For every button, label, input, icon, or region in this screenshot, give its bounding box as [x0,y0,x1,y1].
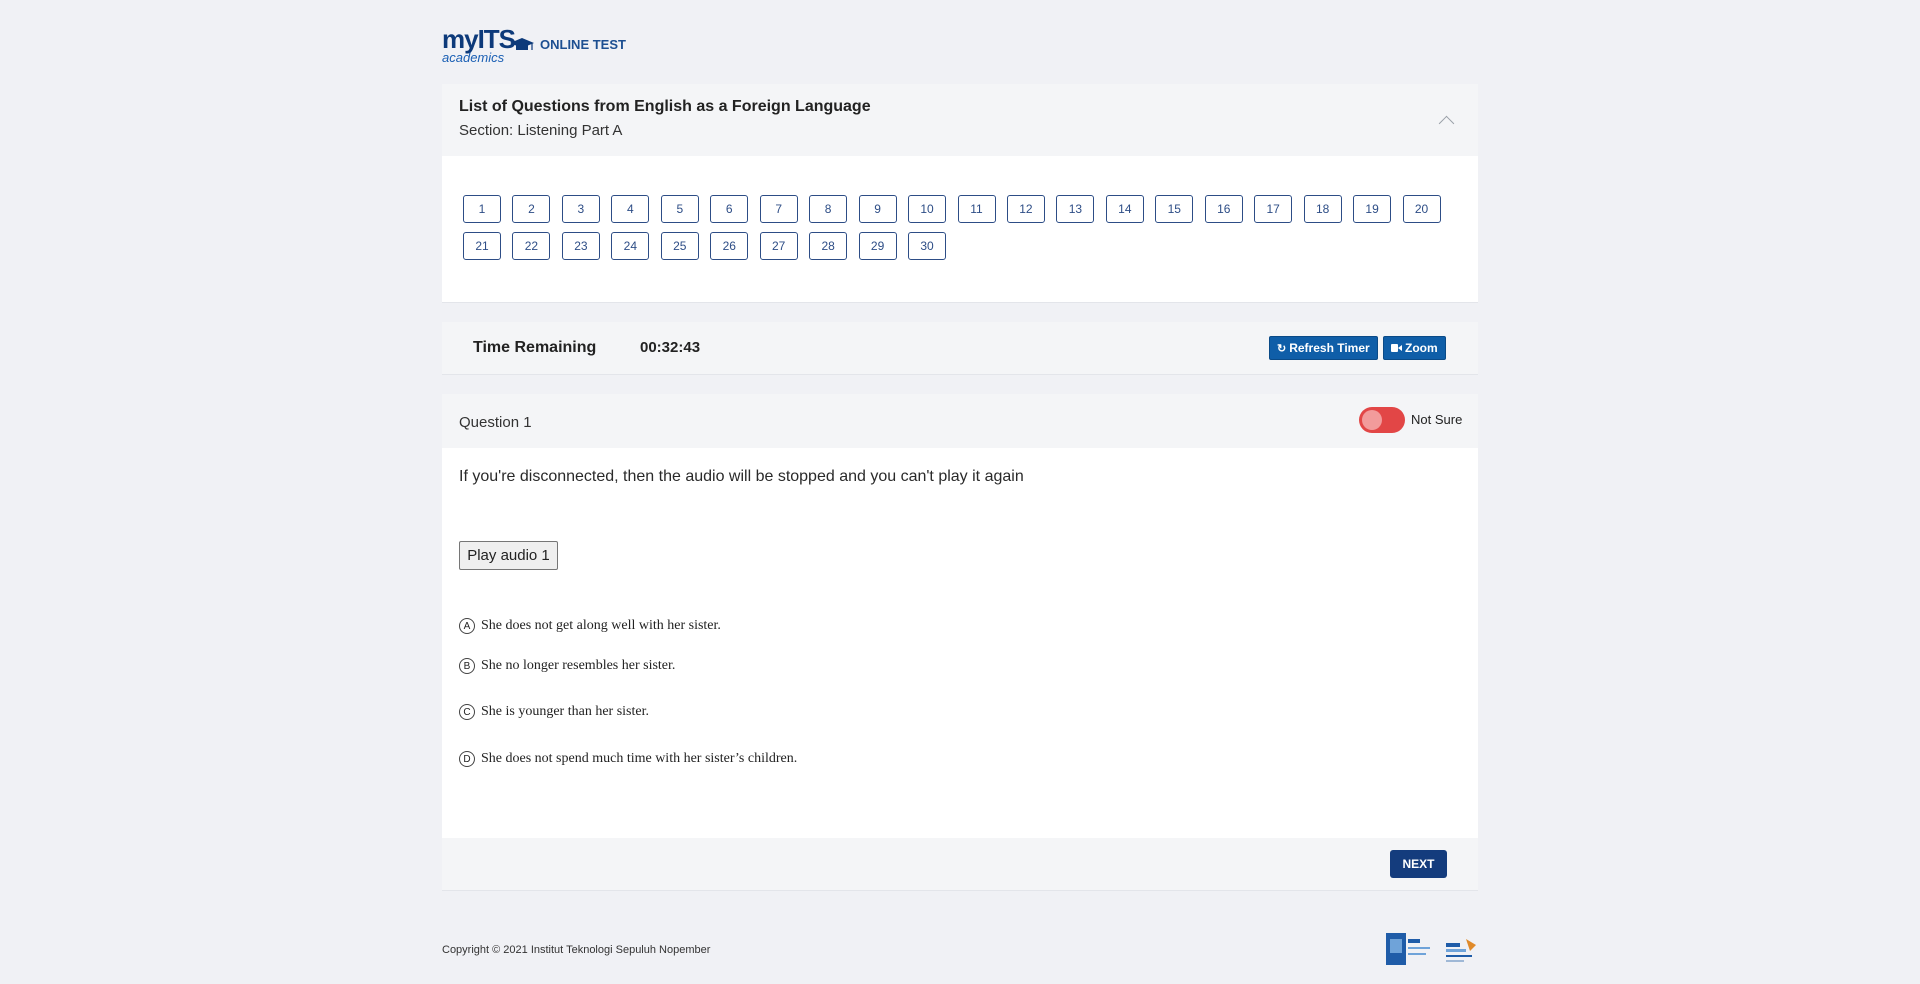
question-number-button[interactable]: 1 [463,195,501,223]
question-number-button[interactable]: 2 [512,195,551,223]
option-text: She is younger than her sister. [481,704,649,719]
question-number-button[interactable]: 23 [561,232,600,260]
graduation-cap-icon [510,38,534,50]
zoom-button[interactable]: Zoom [1383,336,1446,360]
logo-my-text: myITS [442,24,516,54]
its-logo-icon [1386,933,1430,965]
question-number-button[interactable]: 10 [908,195,947,223]
answer-option-a[interactable]: A She does not get along well with her s… [459,616,721,636]
question-card: Question 1 Not Sure If you're disconnect… [442,394,1478,891]
question-title: Question 1 [459,414,532,431]
question-number-button[interactable]: 9 [858,195,897,223]
option-letter-circle: C [459,704,475,720]
question-list-heading: List of Questions from English as a Fore… [459,98,871,115]
refresh-timer-label: Refresh Timer [1289,341,1370,355]
time-remaining-label: Time Remaining [473,339,597,356]
question-number-button[interactable]: 5 [660,195,699,223]
question-number-button[interactable]: 18 [1303,195,1342,223]
question-list-card: List of Questions from English as a Fore… [442,84,1478,303]
question-number-button[interactable]: 12 [1006,195,1045,223]
logo-academics-text: academics [442,50,505,65]
play-audio-button[interactable]: Play audio 1 [459,541,558,570]
zoom-label: Zoom [1405,341,1438,355]
question-number-button[interactable]: 19 [1353,195,1392,223]
question-number-button[interactable]: 20 [1402,195,1441,223]
question-number-button[interactable]: 11 [957,195,996,223]
question-number-button[interactable]: 22 [512,232,551,260]
question-number-button[interactable]: 25 [660,232,699,260]
question-number-button[interactable]: 17 [1254,195,1293,223]
question-number-button[interactable]: 13 [1056,195,1095,223]
refresh-icon: ↻ [1277,342,1287,355]
question-number-button[interactable]: 27 [759,232,798,260]
brand-header: myITS academics ONLINE TEST [442,26,626,68]
answer-option-c[interactable]: C She is younger than her sister. [459,702,649,722]
question-number-button[interactable]: 26 [710,232,749,260]
next-button[interactable]: NEXT [1390,850,1447,878]
option-text: She no longer resembles her sister. [481,658,676,673]
question-number-button[interactable]: 24 [611,232,650,260]
question-number-button[interactable]: 3 [561,195,600,223]
time-remaining-value: 00:32:43 [640,339,701,356]
question-number-button[interactable]: 8 [809,195,848,223]
not-sure-toggle[interactable] [1359,407,1405,433]
question-text: If you're disconnected, then the audio w… [459,468,1024,485]
timer-bar: Time Remaining 00:32:43 ↻ Refresh Timer … [442,322,1478,375]
question-number-button[interactable]: 4 [611,195,650,223]
its-anniversary-logo-icon [1446,939,1476,962]
question-number-button[interactable]: 6 [710,195,749,223]
option-letter-circle: A [459,618,475,634]
question-number-button[interactable]: 7 [759,195,798,223]
question-number-button[interactable]: 21 [463,232,501,260]
question-list-header[interactable]: List of Questions from English as a Fore… [442,84,1478,156]
option-text: She does not spend much time with her si… [481,751,798,766]
section-label: Section: Listening Part A [459,122,623,139]
question-card-footer: NEXT [442,838,1478,891]
option-letter-circle: B [459,658,475,674]
question-number-button[interactable]: 15 [1155,195,1194,223]
toggle-knob [1362,410,1382,430]
answer-option-b[interactable]: B She no longer resembles her sister. [459,656,675,676]
question-number-button[interactable]: 28 [809,232,848,260]
option-letter-circle: D [459,751,475,767]
myits-logo: myITS academics [442,26,542,68]
option-text: She does not get along well with her sis… [481,618,721,633]
question-number-button[interactable]: 16 [1204,195,1243,223]
question-card-header: Question 1 Not Sure [442,394,1478,448]
question-number-button[interactable]: 30 [908,232,947,260]
question-number-button[interactable]: 29 [858,232,897,260]
question-number-button[interactable]: 14 [1105,195,1144,223]
not-sure-label: Not Sure [1411,412,1463,427]
footer-logos [1384,931,1478,967]
refresh-timer-button[interactable]: ↻ Refresh Timer [1269,336,1378,360]
online-test-title: ONLINE TEST [540,37,626,52]
answer-option-d[interactable]: D She does not spend much time with her … [459,749,797,769]
copyright-text: Copyright © 2021 Institut Teknologi Sepu… [442,944,711,956]
video-camera-icon [1391,344,1402,352]
